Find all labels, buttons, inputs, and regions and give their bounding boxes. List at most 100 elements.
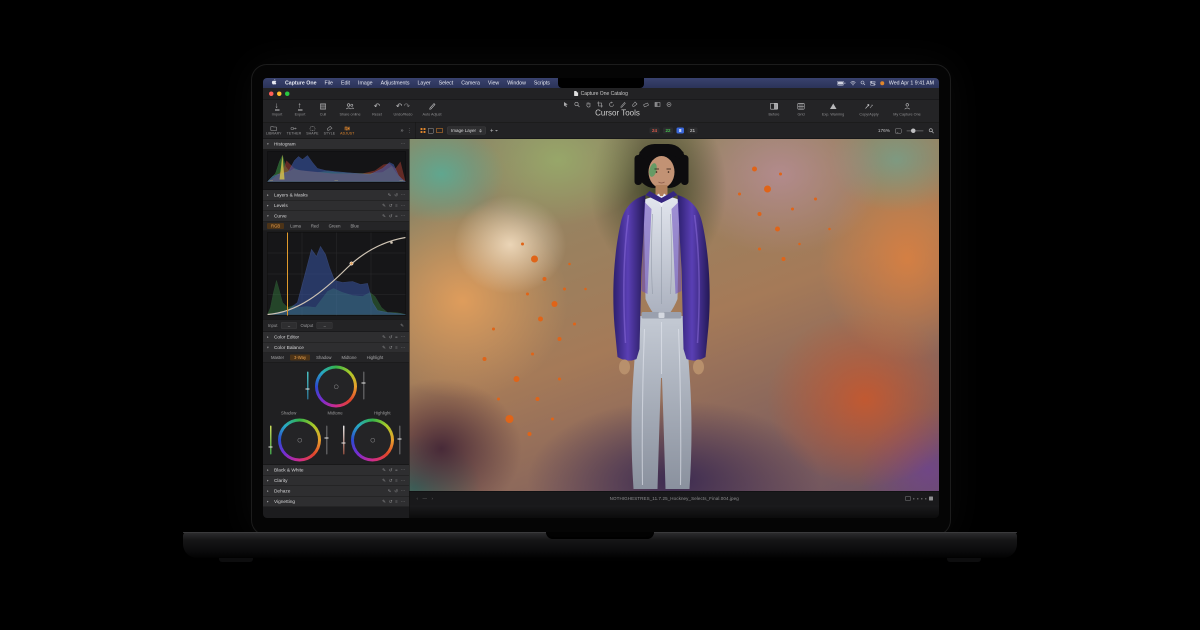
panel-preset-icon[interactable]: ≡ (395, 345, 397, 351)
panel-more-icon[interactable]: ⋯ (401, 478, 405, 484)
panel-more-icon[interactable]: ⋯ (401, 345, 405, 351)
tab-adjust[interactable]: ADJUST (340, 126, 354, 135)
curve-picker-pen-icon[interactable]: ✎ (400, 323, 404, 329)
size-step-dot[interactable] (913, 497, 915, 500)
menu-item-camera[interactable]: Camera (458, 80, 484, 86)
zoom-dropdown-icon[interactable] (895, 128, 902, 134)
cb-tab-shadow[interactable]: Shadow (312, 355, 335, 361)
panel-preset-icon[interactable]: ≡ (395, 467, 397, 473)
panel-pen-icon[interactable]: ✎ (382, 467, 386, 473)
import-button[interactable]: ↓ Import (270, 102, 284, 117)
minimize-window-button[interactable] (277, 91, 282, 96)
panel-histogram-header[interactable]: ▾ Histogram ⋯ (263, 139, 409, 150)
highlight-left-slider[interactable] (343, 425, 345, 455)
brush-tool-icon[interactable] (632, 101, 638, 108)
panel-more-icon[interactable]: ⋯ (401, 499, 405, 505)
badge-red[interactable]: 24 (649, 127, 660, 134)
panel-pen-icon[interactable]: ✎ (382, 334, 386, 340)
single-view-icon[interactable] (428, 127, 434, 134)
panel-more-icon[interactable]: ⋯ (401, 141, 405, 147)
exposure-warning-button[interactable]: Exp. Warning (821, 102, 845, 117)
disclosure-open-icon[interactable]: ▾ (267, 142, 271, 147)
cb-tab-highlight[interactable]: Highlight (363, 355, 388, 361)
search-icon[interactable] (860, 80, 866, 86)
panel-layers-masks-header[interactable]: ▸ Layers & Masks ✎ ↺ ⋯ (263, 190, 409, 201)
proof-view-icon[interactable] (436, 128, 443, 133)
thumb-size-large-icon[interactable] (929, 496, 933, 501)
panel-pen-icon[interactable]: ✎ (382, 499, 386, 505)
add-layer-button[interactable]: + (490, 127, 499, 134)
panel-pen-icon[interactable]: ✎ (382, 345, 386, 351)
tab-tether[interactable]: TETHER (287, 126, 302, 135)
wifi-icon[interactable] (850, 81, 856, 86)
thumb-size-small-icon[interactable] (905, 496, 911, 501)
zoom-slider-thumb[interactable] (911, 128, 916, 133)
expand-tabs-icon[interactable]: » (400, 128, 403, 134)
curve-tab-red[interactable]: Red (307, 223, 323, 229)
spot-tool-icon[interactable] (666, 102, 672, 108)
menu-item-edit[interactable]: Edit (337, 80, 353, 86)
zoom-slider[interactable] (906, 128, 924, 133)
layer-select[interactable]: Image Layer (447, 126, 487, 135)
panel-reset-icon[interactable]: ↺ (394, 488, 398, 494)
panel-more-icon[interactable]: ⋯ (401, 467, 405, 473)
panel-preset-icon[interactable]: ≡ (395, 334, 397, 340)
shadow-color-wheel[interactable] (278, 418, 321, 462)
midtone-left-slider[interactable] (307, 371, 309, 400)
my-capture-one-button[interactable]: My Capture One (893, 102, 921, 117)
menu-item-scripts[interactable]: Scripts (530, 80, 553, 86)
panel-pen-icon[interactable]: ✎ (382, 203, 386, 209)
panel-vignetting-header[interactable]: ▸ Vignetting ✎ ↺ ≡ ⋯ (263, 496, 409, 507)
badge-green[interactable]: 22 (663, 127, 674, 134)
tab-library[interactable]: LIBRARY (266, 125, 282, 135)
gradient-tool-icon[interactable] (654, 102, 661, 108)
panel-reset-icon[interactable]: ↺ (389, 334, 393, 340)
panel-pen-icon[interactable]: ✎ (382, 213, 386, 219)
panel-more-icon[interactable]: ⋯ (401, 334, 405, 340)
nav-prev-icon[interactable]: ‹ (417, 496, 419, 501)
menu-item-capture-one[interactable]: Capture One (282, 80, 321, 86)
apple-menu-icon[interactable] (268, 79, 281, 87)
menu-item-view[interactable]: View (484, 80, 502, 86)
nav-next-icon[interactable]: › (432, 496, 434, 501)
panel-black-white-header[interactable]: ▸ Black & White ✎ ↺ ≡ ⋯ (263, 465, 409, 476)
battery-icon[interactable] (836, 80, 846, 86)
menu-item-file[interactable]: File (321, 80, 336, 86)
auto-adjust-button[interactable]: Auto Adjust (422, 102, 442, 117)
panel-more-icon[interactable]: ⋯ (401, 488, 405, 494)
cb-tab-master[interactable]: Master (267, 355, 288, 361)
panel-preset-icon[interactable]: ≡ (395, 499, 397, 505)
panel-more-icon[interactable]: ⋯ (401, 213, 405, 219)
menu-item-adjustments[interactable]: Adjustments (377, 80, 413, 86)
before-button[interactable]: Before (767, 102, 781, 117)
eraser-tool-icon[interactable] (643, 102, 649, 108)
panel-preset-icon[interactable]: ≡ (395, 203, 397, 209)
shadow-left-slider[interactable] (270, 425, 272, 455)
close-window-button[interactable] (269, 91, 274, 96)
curve-graph[interactable] (263, 231, 409, 320)
panel-more-icon[interactable]: ⋯ (401, 192, 405, 198)
panel-color-editor-header[interactable]: ▸ Color Editor ✎ ↺ ≡ ⋯ (263, 332, 409, 343)
panel-reset-icon[interactable]: ↺ (389, 499, 393, 505)
capture-one-status-icon[interactable] (880, 81, 885, 86)
panel-clarity-header[interactable]: ▸ Clarity ✎ ↺ ≡ ⋯ (263, 475, 409, 486)
size-step-dot[interactable] (921, 497, 923, 500)
disclosure-closed-icon[interactable]: ▸ (267, 500, 271, 504)
size-step-dot[interactable] (925, 497, 927, 500)
curve-tab-luma[interactable]: Luma (286, 223, 305, 229)
magnifier-icon[interactable] (928, 128, 935, 134)
output-field[interactable]: – (316, 322, 333, 329)
cb-tab-midtone[interactable]: Midtone (337, 355, 360, 361)
pointer-tool-icon[interactable] (563, 102, 569, 108)
panel-preset-icon[interactable]: ≡ (395, 478, 397, 484)
zoom-window-button[interactable] (285, 91, 290, 96)
rotate-tool-icon[interactable] (609, 101, 615, 108)
panel-reset-icon[interactable]: ↺ (389, 203, 393, 209)
panel-preset-icon[interactable]: ≡ (395, 213, 397, 219)
disclosure-closed-icon[interactable]: ▸ (267, 489, 271, 494)
undo-redo-button[interactable]: ↶ ↷ Undo/Redo (393, 102, 413, 116)
photo-canvas[interactable] (409, 139, 939, 491)
disclosure-closed-icon[interactable]: ▸ (267, 479, 271, 483)
disclosure-closed-icon[interactable]: ▸ (267, 204, 271, 208)
midtone-color-wheel[interactable] (315, 365, 357, 408)
